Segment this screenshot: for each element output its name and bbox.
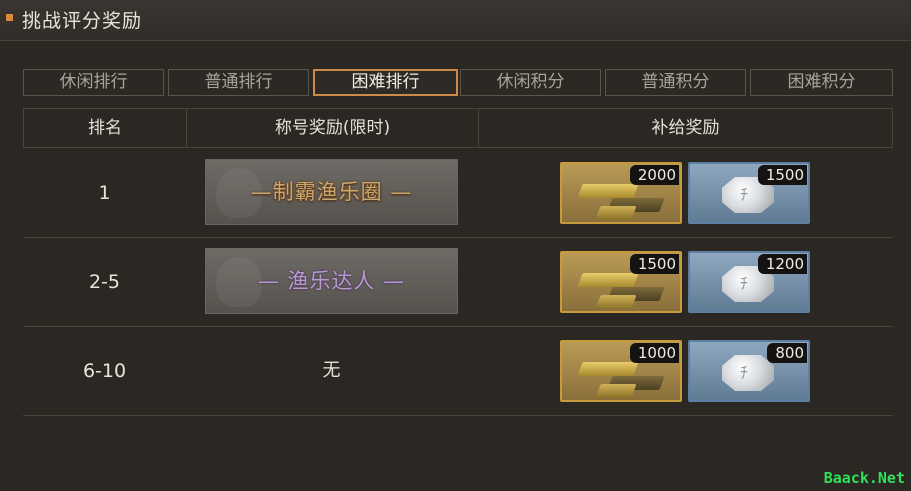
silver-reward-item[interactable]: ﾁ 1200 bbox=[688, 251, 810, 313]
site-watermark: Baack.Net bbox=[823, 469, 905, 487]
silver-count: 1200 bbox=[757, 254, 807, 274]
gold-bar-front bbox=[595, 206, 637, 220]
gold-reward-item[interactable]: 2000 bbox=[560, 162, 682, 224]
gold-reward-item[interactable]: 1500 bbox=[560, 251, 682, 313]
table-row: 2-5 — 渔乐达人 — 1500 ﾁ 1200 bbox=[23, 238, 893, 327]
no-title-text: 无 bbox=[322, 360, 341, 381]
silver-count: 800 bbox=[767, 343, 807, 363]
gold-count: 1500 bbox=[629, 254, 679, 274]
gold-reward-item[interactable]: 1000 bbox=[560, 340, 682, 402]
coin-mark-icon: ﾁ bbox=[740, 274, 749, 293]
silver-count: 1500 bbox=[757, 165, 807, 185]
silver-reward-item[interactable]: ﾁ 1500 bbox=[688, 162, 810, 224]
gold-count: 1000 bbox=[629, 343, 679, 363]
header-rank: 排名 bbox=[88, 118, 122, 138]
table-header: 排名 称号奖励(限时) 补给奖励 bbox=[23, 108, 893, 148]
coin-mark-icon: ﾁ bbox=[740, 363, 749, 382]
tab-casual-ranking[interactable]: 休闲排行 bbox=[23, 69, 164, 96]
tab-casual-score[interactable]: 休闲积分 bbox=[460, 69, 601, 96]
title-badge: — 渔乐达人 — bbox=[205, 248, 458, 314]
gold-count: 2000 bbox=[629, 165, 679, 185]
rank-cell: 2-5 bbox=[88, 271, 121, 293]
page-title: 挑战评分奖励 bbox=[22, 10, 143, 32]
title-badge-text: — 渔乐达人 — bbox=[257, 269, 406, 293]
header-supply-reward: 补给奖励 bbox=[651, 118, 720, 138]
tab-bar: 休闲排行 普通排行 困难排行 休闲积分 普通积分 困难积分 bbox=[23, 69, 893, 98]
title-badge-text: —制霸渔乐圈 — bbox=[250, 180, 413, 204]
tab-hard-score[interactable]: 困难积分 bbox=[750, 69, 893, 96]
silver-reward-item[interactable]: ﾁ 800 bbox=[688, 340, 810, 402]
title-badge: —制霸渔乐圈 — bbox=[205, 159, 458, 225]
table-row: 1 —制霸渔乐圈 — 2000 ﾁ 1500 bbox=[23, 149, 893, 238]
rank-cell: 6-10 bbox=[82, 360, 127, 382]
title-bar: 挑战评分奖励 bbox=[0, 0, 911, 41]
tab-normal-ranking[interactable]: 普通排行 bbox=[168, 69, 309, 96]
title-marker-icon bbox=[6, 14, 13, 21]
rank-cell: 1 bbox=[98, 182, 111, 204]
gold-bars-icon bbox=[577, 273, 639, 287]
gold-bar-front bbox=[595, 295, 637, 309]
tab-normal-score[interactable]: 普通积分 bbox=[605, 69, 746, 96]
tab-hard-ranking[interactable]: 困难排行 bbox=[313, 69, 458, 96]
gold-bar-front bbox=[595, 384, 637, 398]
table-row: 6-10 无 1000 ﾁ 800 bbox=[23, 327, 893, 416]
gold-bars-icon bbox=[577, 184, 639, 198]
header-title-reward: 称号奖励(限时) bbox=[274, 118, 391, 138]
coin-mark-icon: ﾁ bbox=[740, 185, 749, 204]
gold-bars-icon bbox=[577, 362, 639, 376]
